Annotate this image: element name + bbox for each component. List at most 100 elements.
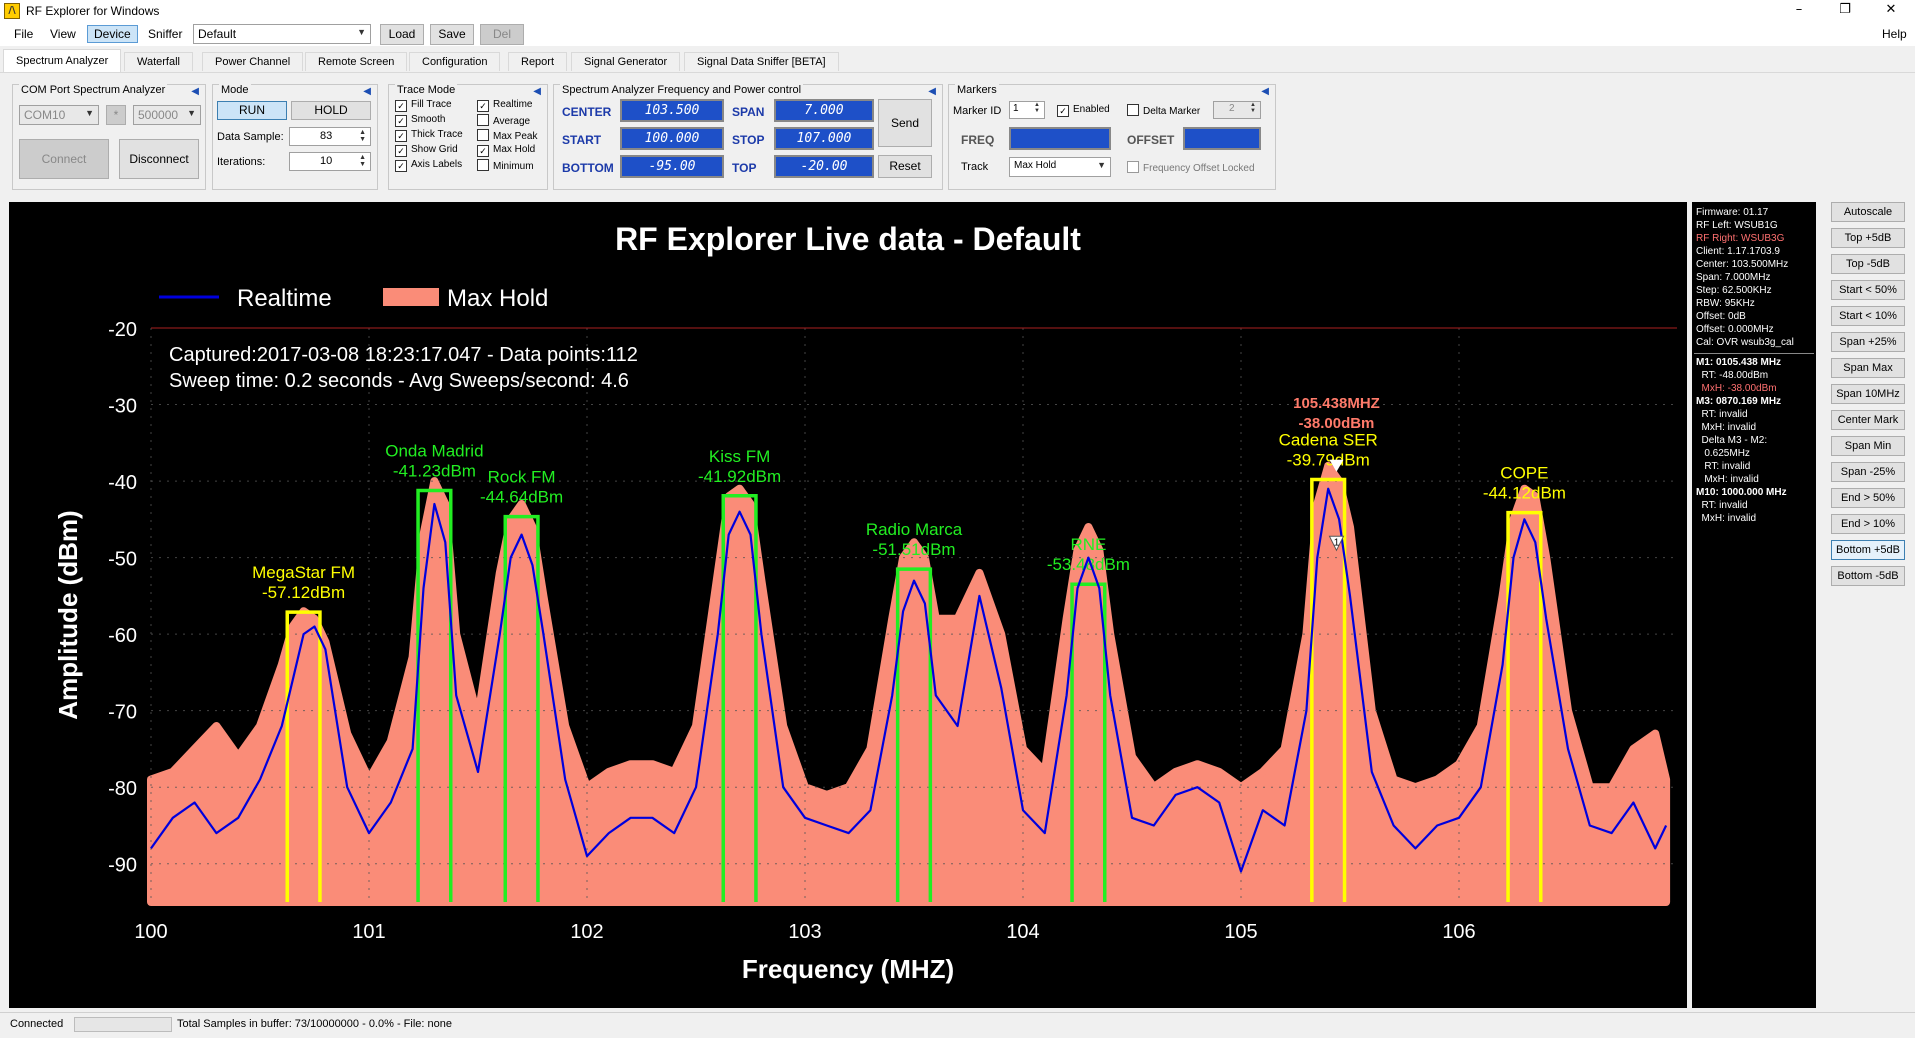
collapse-arrow-icon[interactable]: ◀ — [363, 86, 371, 97]
top-label: TOP — [732, 161, 757, 175]
tab-spectrum-analyzer[interactable]: Spectrum Analyzer — [3, 49, 122, 72]
collapse-arrow-icon[interactable]: ◀ — [928, 86, 936, 97]
center-field[interactable]: 103.500 — [620, 99, 724, 122]
info-line: M3: 0870.169 MHz — [1696, 396, 1782, 407]
collapse-arrow-icon[interactable]: ◀ — [191, 86, 199, 97]
center-label: CENTER — [562, 105, 612, 119]
stop-label: STOP — [732, 133, 765, 147]
menu-help[interactable]: Help — [1876, 26, 1913, 42]
spectrum-chart-panel[interactable]: RF Explorer Live data - Default Realtime M… — [9, 202, 1687, 1008]
trace-option-checkbox[interactable]: ✓ Realtime — [477, 99, 532, 112]
tab-waterfall[interactable]: Waterfall — [124, 52, 193, 71]
tab-signal-generator[interactable]: Signal Generator — [571, 52, 681, 71]
tab-remote-screen[interactable]: Remote Screen — [305, 52, 408, 71]
trace-option-checkbox[interactable]: ✓ Smooth — [395, 114, 445, 127]
markers-title: Markers — [955, 84, 999, 96]
tab-configuration[interactable]: Configuration — [409, 52, 501, 71]
trace-option-checkbox[interactable]: Minimum — [477, 159, 534, 172]
spin-icon[interactable]: ▲ ▼ — [1250, 102, 1256, 114]
side-button-start-50[interactable]: Start < 50% — [1831, 280, 1905, 300]
trace-option-checkbox[interactable]: Average — [477, 114, 530, 127]
span-field[interactable]: 7.000 — [774, 99, 874, 122]
mode-group: Mode ◀ RUN HOLD Data Sample: 83 ▲ ▼ Iterat… — [212, 84, 378, 190]
stop-field[interactable]: 107.000 — [774, 127, 874, 150]
spin-icon[interactable]: ▲ ▼ — [359, 129, 366, 143]
trace-option-label: Minimum — [493, 161, 534, 172]
connect-button[interactable]: Connect — [19, 139, 109, 179]
top-field[interactable]: -20.00 — [774, 155, 874, 178]
trace-option-checkbox[interactable]: ✓ Thick Trace — [395, 129, 463, 142]
trace-option-checkbox[interactable]: ✓ Max Hold — [477, 144, 535, 157]
tab-report[interactable]: Report — [508, 52, 568, 71]
peak-marker-freq: 105.438MHZ — [1293, 395, 1380, 412]
side-button-top-5db[interactable]: Top +5dB — [1831, 228, 1905, 248]
menu-device[interactable]: Device — [87, 25, 138, 43]
side-button-top-5db[interactable]: Top -5dB — [1831, 254, 1905, 274]
data-sample-input[interactable]: 83 ▲ ▼ — [289, 127, 371, 146]
side-button-bottom-5db[interactable]: Bottom +5dB — [1831, 540, 1905, 560]
side-button-start-10[interactable]: Start < 10% — [1831, 306, 1905, 326]
channel-marker-name: Radio Marca — [866, 520, 963, 539]
del-button[interactable]: Del — [480, 24, 524, 45]
save-button[interactable]: Save — [430, 24, 474, 45]
menu-view[interactable]: View — [44, 26, 82, 42]
marker-id-input[interactable]: 1 ▲ ▼ — [1009, 101, 1045, 119]
trace-option-checkbox[interactable]: ✓ Show Grid — [395, 144, 458, 157]
com-port-select[interactable]: COM10 ▼ — [19, 105, 99, 125]
run-button[interactable]: RUN — [217, 101, 287, 120]
marker-offset-field[interactable] — [1183, 127, 1261, 150]
trace-option-label: Max Peak — [493, 131, 538, 142]
preset-select[interactable]: Default ▼ — [193, 24, 371, 44]
bottom-field[interactable]: -95.00 — [620, 155, 724, 178]
tab-signal-data-sniffer[interactable]: Signal Data Sniffer [BETA] — [684, 52, 839, 71]
start-field[interactable]: 100.000 — [620, 127, 724, 150]
reset-button[interactable]: Reset — [878, 155, 932, 178]
side-button-span-25[interactable]: Span +25% — [1831, 332, 1905, 352]
side-button-span-10mhz[interactable]: Span 10MHz — [1831, 384, 1905, 404]
marker-id-label: Marker ID — [953, 105, 1002, 117]
trace-option-checkbox[interactable]: Max Peak — [477, 129, 537, 142]
offset-locked-checkbox[interactable]: Frequency Offset Locked — [1127, 161, 1255, 174]
spectrum-chart[interactable]: RF Explorer Live data - Default Realtime M… — [9, 202, 1687, 1008]
info-panel: Firmware: 01.17 RF Left: WSUB1G RF Right: … — [1692, 202, 1816, 1008]
preset-value: Default — [198, 27, 237, 41]
collapse-arrow-icon[interactable]: ◀ — [1261, 86, 1269, 97]
maximize-button[interactable]: ❐ — [1822, 0, 1868, 22]
side-button-span-25[interactable]: Span -25% — [1831, 462, 1905, 482]
iterations-input[interactable]: 10 ▲ ▼ — [289, 152, 371, 171]
tab-power-channel[interactable]: Power Channel — [202, 52, 304, 71]
trace-option-checkbox[interactable]: ✓ Fill Trace — [395, 99, 452, 112]
side-button-span-max[interactable]: Span Max — [1831, 358, 1905, 378]
baud-select[interactable]: 500000 ▼ — [133, 105, 201, 125]
track-value: Max Hold — [1014, 160, 1057, 171]
spin-icon[interactable]: ▲ ▼ — [1034, 102, 1040, 114]
side-button-end-50[interactable]: End > 50% — [1831, 488, 1905, 508]
trace-option-checkbox[interactable]: ✓ Axis Labels — [395, 159, 462, 172]
delta-marker-checkbox[interactable]: Delta Marker — [1127, 104, 1200, 117]
x-tick-label: 101 — [352, 921, 385, 943]
marker-freq-field[interactable] — [1009, 127, 1111, 150]
rescan-button[interactable]: * — [106, 105, 126, 125]
disconnect-button[interactable]: Disconnect — [119, 139, 199, 179]
spin-icon[interactable]: ▲ ▼ — [359, 154, 366, 168]
menu-file[interactable]: File — [8, 26, 39, 42]
minimize-button[interactable]: – — [1776, 0, 1822, 22]
side-button-span-min[interactable]: Span Min — [1831, 436, 1905, 456]
load-button[interactable]: Load — [380, 24, 424, 45]
collapse-arrow-icon[interactable]: ◀ — [533, 86, 541, 97]
trace-option-label: Thick Trace — [411, 129, 463, 140]
enabled-checkbox[interactable]: ✓ Enabled — [1057, 104, 1110, 117]
capture-info-line: Sweep time: 0.2 seconds - Avg Sweeps/sec… — [169, 370, 629, 392]
send-button[interactable]: Send — [878, 99, 932, 147]
menu-sniffer[interactable]: Sniffer — [142, 26, 188, 42]
side-button-bottom-5db[interactable]: Bottom -5dB — [1831, 566, 1905, 586]
side-button-end-10[interactable]: End > 10% — [1831, 514, 1905, 534]
hold-button[interactable]: HOLD — [291, 101, 371, 120]
close-button[interactable]: ✕ — [1868, 0, 1914, 22]
delta-id-input[interactable]: 2 ▲ ▼ — [1213, 101, 1261, 119]
channel-marker-name: MegaStar FM — [252, 563, 355, 582]
side-button-center-mark[interactable]: Center Mark — [1831, 410, 1905, 430]
track-select[interactable]: Max Hold ▼ — [1009, 157, 1111, 177]
side-button-autoscale[interactable]: Autoscale — [1831, 202, 1905, 222]
info-line: MxH: invalid — [1696, 513, 1757, 524]
